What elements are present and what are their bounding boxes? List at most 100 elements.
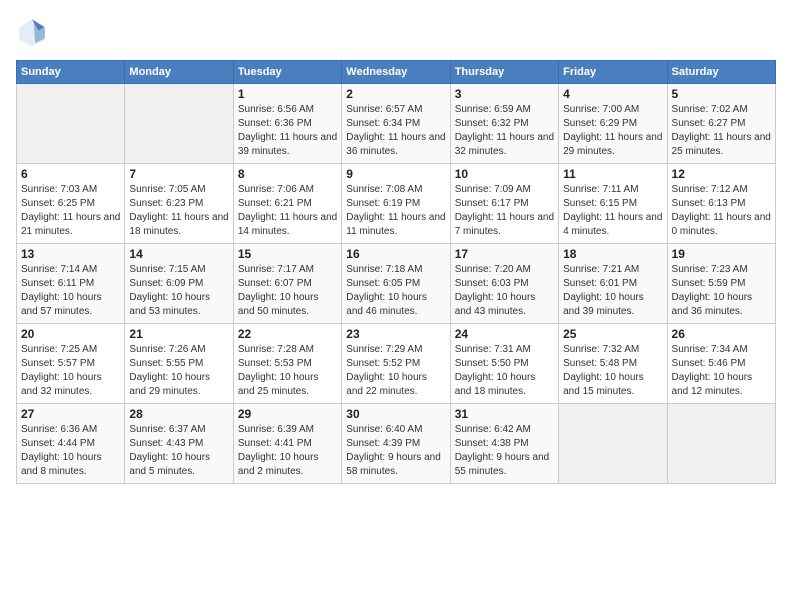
calendar-cell: 5 Sunrise: 7:02 AM Sunset: 6:27 PM Daylig… xyxy=(667,84,775,164)
calendar-body: 1 Sunrise: 6:56 AM Sunset: 6:36 PM Daylig… xyxy=(17,84,776,484)
header-row: SundayMondayTuesdayWednesdayThursdayFrid… xyxy=(17,61,776,84)
day-info: Sunrise: 6:36 AM Sunset: 4:44 PM Dayligh… xyxy=(21,423,120,479)
calendar-week-row: 1 Sunrise: 6:56 AM Sunset: 6:36 PM Daylig… xyxy=(17,84,776,164)
day-number: 26 xyxy=(672,327,771,341)
day-info: Sunrise: 6:37 AM Sunset: 4:43 PM Dayligh… xyxy=(129,423,228,479)
day-number: 24 xyxy=(455,327,554,341)
day-number: 28 xyxy=(129,407,228,421)
day-info: Sunrise: 7:34 AM Sunset: 5:46 PM Dayligh… xyxy=(672,343,771,399)
calendar-cell: 27 Sunrise: 6:36 AM Sunset: 4:44 PM Dayli… xyxy=(17,404,125,484)
calendar-cell: 18Sunrise: 7:21 AM Sunset: 6:01 PM Dayli… xyxy=(559,244,667,324)
day-info: Sunrise: 6:40 AM Sunset: 4:39 PM Dayligh… xyxy=(346,423,445,479)
day-info: Sunrise: 7:28 AM Sunset: 5:53 PM Dayligh… xyxy=(238,343,337,399)
day-of-week-header: Monday xyxy=(125,61,233,84)
calendar-cell: 2 Sunrise: 6:57 AM Sunset: 6:34 PM Daylig… xyxy=(342,84,450,164)
calendar-cell: 14 Sunrise: 7:15 AM Sunset: 6:09 PM Dayli… xyxy=(125,244,233,324)
day-info: Sunrise: 7:02 AM Sunset: 6:27 PM Dayligh… xyxy=(672,103,771,159)
calendar-cell: 15Sunrise: 7:17 AM Sunset: 6:07 PM Dayli… xyxy=(233,244,341,324)
day-info: Sunrise: 7:03 AM Sunset: 6:25 PM Dayligh… xyxy=(21,183,120,239)
calendar-cell: 1 Sunrise: 6:56 AM Sunset: 6:36 PM Daylig… xyxy=(233,84,341,164)
day-number: 9 xyxy=(346,167,445,181)
calendar-cell: 11Sunrise: 7:11 AM Sunset: 6:15 PM Dayli… xyxy=(559,164,667,244)
day-info: Sunrise: 7:06 AM Sunset: 6:21 PM Dayligh… xyxy=(238,183,337,239)
day-info: Sunrise: 6:56 AM Sunset: 6:36 PM Dayligh… xyxy=(238,103,337,159)
calendar-cell: 20 Sunrise: 7:25 AM Sunset: 5:57 PM Dayli… xyxy=(17,324,125,404)
day-info: Sunrise: 7:00 AM Sunset: 6:29 PM Dayligh… xyxy=(563,103,662,159)
day-of-week-header: Saturday xyxy=(667,61,775,84)
calendar-cell: 21Sunrise: 7:26 AM Sunset: 5:55 PM Dayli… xyxy=(125,324,233,404)
day-number: 12 xyxy=(672,167,771,181)
day-info: Sunrise: 7:12 AM Sunset: 6:13 PM Dayligh… xyxy=(672,183,771,239)
calendar-cell: 24Sunrise: 7:31 AM Sunset: 5:50 PM Dayli… xyxy=(450,324,558,404)
calendar-cell: 8 Sunrise: 7:06 AM Sunset: 6:21 PM Daylig… xyxy=(233,164,341,244)
calendar-cell: 28 Sunrise: 6:37 AM Sunset: 4:43 PM Dayli… xyxy=(125,404,233,484)
day-info: Sunrise: 6:57 AM Sunset: 6:34 PM Dayligh… xyxy=(346,103,445,159)
calendar-cell: 9Sunrise: 7:08 AM Sunset: 6:19 PM Daylig… xyxy=(342,164,450,244)
calendar-cell xyxy=(667,404,775,484)
calendar-cell: 22 Sunrise: 7:28 AM Sunset: 5:53 PM Dayli… xyxy=(233,324,341,404)
day-info: Sunrise: 6:42 AM Sunset: 4:38 PM Dayligh… xyxy=(455,423,554,479)
calendar-table: SundayMondayTuesdayWednesdayThursdayFrid… xyxy=(16,60,776,484)
day-number: 11 xyxy=(563,167,662,181)
calendar-cell: 23Sunrise: 7:29 AM Sunset: 5:52 PM Dayli… xyxy=(342,324,450,404)
day-info: Sunrise: 7:21 AM Sunset: 6:01 PM Dayligh… xyxy=(563,263,662,319)
calendar-cell: 29 Sunrise: 6:39 AM Sunset: 4:41 PM Dayli… xyxy=(233,404,341,484)
day-number: 5 xyxy=(672,87,771,101)
day-number: 7 xyxy=(129,167,228,181)
day-number: 10 xyxy=(455,167,554,181)
day-info: Sunrise: 7:09 AM Sunset: 6:17 PM Dayligh… xyxy=(455,183,554,239)
day-info: Sunrise: 7:23 AM Sunset: 5:59 PM Dayligh… xyxy=(672,263,771,319)
day-number: 3 xyxy=(455,87,554,101)
day-number: 2 xyxy=(346,87,445,101)
day-number: 16 xyxy=(346,247,445,261)
day-number: 31 xyxy=(455,407,554,421)
calendar-cell: 6 Sunrise: 7:03 AM Sunset: 6:25 PM Daylig… xyxy=(17,164,125,244)
calendar-cell: 12 Sunrise: 7:12 AM Sunset: 6:13 PM Dayli… xyxy=(667,164,775,244)
calendar-cell: 19 Sunrise: 7:23 AM Sunset: 5:59 PM Dayli… xyxy=(667,244,775,324)
calendar-cell: 17Sunrise: 7:20 AM Sunset: 6:03 PM Dayli… xyxy=(450,244,558,324)
day-of-week-header: Sunday xyxy=(17,61,125,84)
day-number: 22 xyxy=(238,327,337,341)
day-number: 30 xyxy=(346,407,445,421)
day-number: 19 xyxy=(672,247,771,261)
calendar-cell: 4 Sunrise: 7:00 AM Sunset: 6:29 PM Daylig… xyxy=(559,84,667,164)
calendar-cell: 31 Sunrise: 6:42 AM Sunset: 4:38 PM Dayli… xyxy=(450,404,558,484)
calendar-cell: 25Sunrise: 7:32 AM Sunset: 5:48 PM Dayli… xyxy=(559,324,667,404)
day-number: 29 xyxy=(238,407,337,421)
day-info: Sunrise: 7:25 AM Sunset: 5:57 PM Dayligh… xyxy=(21,343,120,399)
day-number: 1 xyxy=(238,87,337,101)
day-number: 6 xyxy=(21,167,120,181)
calendar-cell: 30 Sunrise: 6:40 AM Sunset: 4:39 PM Dayli… xyxy=(342,404,450,484)
calendar-week-row: 20 Sunrise: 7:25 AM Sunset: 5:57 PM Dayli… xyxy=(17,324,776,404)
day-number: 21 xyxy=(129,327,228,341)
day-number: 20 xyxy=(21,327,120,341)
calendar-header: SundayMondayTuesdayWednesdayThursdayFrid… xyxy=(17,61,776,84)
day-info: Sunrise: 7:18 AM Sunset: 6:05 PM Dayligh… xyxy=(346,263,445,319)
logo xyxy=(16,16,54,48)
calendar-cell xyxy=(559,404,667,484)
day-of-week-header: Tuesday xyxy=(233,61,341,84)
calendar-cell: 10 Sunrise: 7:09 AM Sunset: 6:17 PM Dayli… xyxy=(450,164,558,244)
day-info: Sunrise: 7:32 AM Sunset: 5:48 PM Dayligh… xyxy=(563,343,662,399)
day-info: Sunrise: 7:17 AM Sunset: 6:07 PM Dayligh… xyxy=(238,263,337,319)
day-info: Sunrise: 7:15 AM Sunset: 6:09 PM Dayligh… xyxy=(129,263,228,319)
day-number: 14 xyxy=(129,247,228,261)
calendar-week-row: 6 Sunrise: 7:03 AM Sunset: 6:25 PM Daylig… xyxy=(17,164,776,244)
day-of-week-header: Friday xyxy=(559,61,667,84)
day-number: 23 xyxy=(346,327,445,341)
calendar-cell: 13Sunrise: 7:14 AM Sunset: 6:11 PM Dayli… xyxy=(17,244,125,324)
day-of-week-header: Wednesday xyxy=(342,61,450,84)
day-number: 13 xyxy=(21,247,120,261)
day-of-week-header: Thursday xyxy=(450,61,558,84)
calendar-cell: 3 Sunrise: 6:59 AM Sunset: 6:32 PM Daylig… xyxy=(450,84,558,164)
calendar-week-row: 13Sunrise: 7:14 AM Sunset: 6:11 PM Dayli… xyxy=(17,244,776,324)
day-number: 8 xyxy=(238,167,337,181)
day-info: Sunrise: 6:39 AM Sunset: 4:41 PM Dayligh… xyxy=(238,423,337,479)
day-info: Sunrise: 6:59 AM Sunset: 6:32 PM Dayligh… xyxy=(455,103,554,159)
calendar-week-row: 27 Sunrise: 6:36 AM Sunset: 4:44 PM Dayli… xyxy=(17,404,776,484)
day-number: 17 xyxy=(455,247,554,261)
day-number: 27 xyxy=(21,407,120,421)
day-number: 4 xyxy=(563,87,662,101)
day-info: Sunrise: 7:05 AM Sunset: 6:23 PM Dayligh… xyxy=(129,183,228,239)
calendar-cell xyxy=(125,84,233,164)
